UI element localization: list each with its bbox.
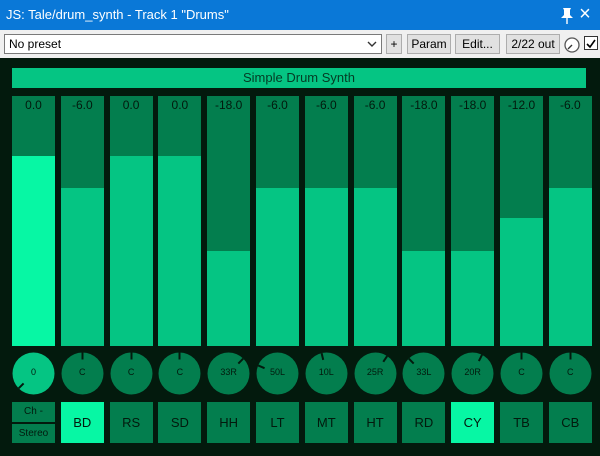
drum-button-rs[interactable]: RS bbox=[109, 402, 153, 443]
pan-value: C bbox=[79, 367, 86, 377]
gain-value: 0.0 bbox=[122, 98, 140, 112]
drum-button-cb[interactable]: CB bbox=[548, 402, 592, 443]
preset-value: No preset bbox=[9, 37, 62, 51]
add-preset-button[interactable]: + bbox=[386, 34, 402, 54]
param-button[interactable]: Param bbox=[407, 34, 451, 54]
synth-title: Simple Drum Synth bbox=[12, 68, 586, 88]
pan-value: C bbox=[567, 367, 574, 377]
pan-knob-sd[interactable]: C bbox=[158, 352, 201, 395]
gain-slider-mt[interactable]: -6.0 bbox=[304, 96, 348, 346]
pan-knob-mt[interactable]: 10L bbox=[305, 352, 348, 395]
gain-slider-rd[interactable]: -18.0 bbox=[402, 96, 446, 346]
pan-knob-rs[interactable]: C bbox=[110, 352, 153, 395]
plugin-window: JS: Tale/drum_synth - Track 1 "Drums" × … bbox=[0, 0, 600, 456]
gain-value: -18.0 bbox=[410, 98, 438, 112]
gain-slider-cb[interactable]: -6.0 bbox=[548, 96, 592, 346]
pan-knob-rd[interactable]: 33L bbox=[402, 352, 445, 395]
gain-value: 0.0 bbox=[171, 98, 189, 112]
gain-fill bbox=[207, 251, 251, 346]
gain-fill bbox=[402, 251, 446, 346]
gain-slider-ht[interactable]: -6.0 bbox=[353, 96, 397, 346]
pan-value: C bbox=[518, 367, 525, 377]
gain-value: 0.0 bbox=[25, 98, 42, 112]
gain-fill bbox=[60, 188, 104, 346]
chevron-down-icon bbox=[367, 41, 377, 47]
pan-value: C bbox=[176, 367, 184, 377]
pan-value: 20R bbox=[464, 367, 481, 377]
pan-knob-lt[interactable]: 50L bbox=[256, 352, 299, 395]
gain-value: -6.0 bbox=[71, 98, 93, 112]
pan-knob-bd[interactable]: C bbox=[61, 352, 104, 395]
drum-button-bd[interactable]: BD bbox=[60, 402, 104, 443]
gain-value: -6.0 bbox=[559, 98, 581, 112]
gain-fill bbox=[304, 188, 348, 346]
gain-fill bbox=[548, 188, 592, 346]
pan-knob-cy[interactable]: 20R bbox=[451, 352, 494, 395]
check-icon bbox=[586, 39, 596, 49]
synth-canvas: Simple Drum Synth 0.0 0 -6.0 C BD 0.0 C RS 0.0 C S… bbox=[0, 58, 600, 456]
gain-fill bbox=[12, 156, 55, 346]
gain-slider-lt[interactable]: -6.0 bbox=[256, 96, 299, 346]
drum-button-rd[interactable]: RD bbox=[402, 402, 446, 443]
gain-fill bbox=[109, 156, 153, 346]
pan-value: 10L bbox=[318, 367, 334, 377]
drum-button-tb[interactable]: TB bbox=[500, 402, 543, 443]
gain-value: -6.0 bbox=[364, 98, 386, 112]
gain-slider-tb[interactable]: -12.0 bbox=[500, 96, 543, 346]
gain-slider-rs[interactable]: 0.0 bbox=[109, 96, 153, 346]
title-bar[interactable]: JS: Tale/drum_synth - Track 1 "Drums" × bbox=[0, 0, 600, 30]
pan-value: 33R bbox=[220, 367, 237, 377]
gain-fill bbox=[158, 156, 202, 346]
toolbar: No preset + Param Edit... 2/22 out bbox=[0, 30, 600, 58]
io-routing-button[interactable]: 2/22 out bbox=[506, 34, 560, 54]
gain-value: -6.0 bbox=[267, 98, 288, 112]
pan-knob-tb[interactable]: C bbox=[500, 352, 543, 395]
window-title: JS: Tale/drum_synth - Track 1 "Drums" bbox=[6, 7, 229, 22]
gain-fill bbox=[500, 218, 543, 346]
gain-fill bbox=[451, 251, 495, 346]
close-icon: × bbox=[579, 3, 591, 25]
gain-slider-cy[interactable]: -18.0 bbox=[451, 96, 495, 346]
wet-knob-icon[interactable] bbox=[563, 36, 581, 54]
pan-knob-cb[interactable]: C bbox=[549, 352, 592, 395]
pan-value: 33L bbox=[416, 367, 432, 377]
stereo-mode-button[interactable]: Stereo bbox=[12, 424, 55, 443]
pan-value: 25R bbox=[366, 367, 384, 377]
pan-value: 50L bbox=[269, 367, 286, 377]
drum-button-ht[interactable]: HT bbox=[353, 402, 397, 443]
gain-slider-bd[interactable]: -6.0 bbox=[60, 96, 104, 346]
bypass-checkbox[interactable] bbox=[584, 36, 598, 50]
drum-button-sd[interactable]: SD bbox=[158, 402, 202, 443]
pan-knob-master[interactable]: 0 bbox=[12, 352, 55, 395]
gain-value: -12.0 bbox=[507, 98, 536, 112]
pan-value: C bbox=[127, 367, 135, 377]
preset-select[interactable]: No preset bbox=[4, 34, 382, 54]
pan-value: 0 bbox=[30, 367, 36, 377]
pan-knob-hh[interactable]: 33R bbox=[207, 352, 250, 395]
drum-button-mt[interactable]: MT bbox=[304, 402, 348, 443]
gain-slider-sd[interactable]: 0.0 bbox=[158, 96, 202, 346]
drum-button-hh[interactable]: HH bbox=[207, 402, 251, 443]
close-button[interactable]: × bbox=[570, 0, 600, 30]
pan-knob-ht[interactable]: 25R bbox=[354, 352, 397, 395]
gain-value: -18.0 bbox=[215, 98, 243, 112]
drum-button-lt[interactable]: LT bbox=[256, 402, 299, 443]
drum-button-cy[interactable]: CY bbox=[451, 402, 495, 443]
gain-fill bbox=[353, 188, 397, 346]
gain-slider-hh[interactable]: -18.0 bbox=[207, 96, 251, 346]
gain-value: -18.0 bbox=[459, 98, 487, 112]
channel-select-button[interactable]: Ch - bbox=[12, 402, 55, 422]
gain-value: -6.0 bbox=[315, 98, 337, 112]
gain-fill bbox=[256, 188, 299, 346]
gain-slider-master[interactable]: 0.0 bbox=[12, 96, 55, 346]
edit-button[interactable]: Edit... bbox=[455, 34, 500, 54]
